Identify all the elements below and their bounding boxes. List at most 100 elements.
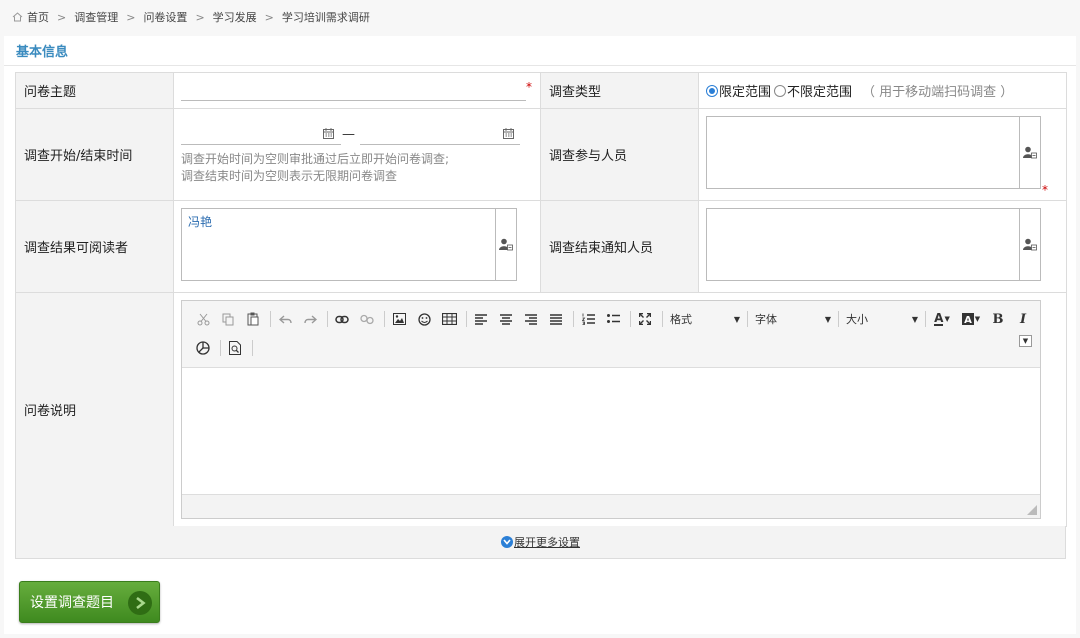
toolbar-collapse-icon[interactable]: ▼: [1019, 335, 1032, 347]
editor-content-area[interactable]: [182, 368, 1040, 494]
notify-cell: [698, 200, 1067, 293]
required-mark: *: [526, 80, 532, 94]
breadcrumb-home[interactable]: 首页: [27, 9, 49, 25]
redo-icon[interactable]: [299, 309, 321, 329]
participants-select-button[interactable]: [1019, 117, 1040, 188]
readers-picker[interactable]: 冯艳: [181, 208, 517, 281]
end-date-input[interactable]: [360, 125, 520, 145]
subject-cell: *: [173, 72, 541, 109]
font-color-icon[interactable]: A ▼: [929, 309, 955, 329]
section-title: 基本信息: [16, 45, 69, 60]
breadcrumb: 首页 > 调查管理 > 问卷设置 > 学习发展 > 学习培训需求调研: [0, 0, 1080, 34]
end-time-hint: 调查结束时间为空则表示无限期问卷调查: [181, 169, 398, 183]
unordered-list-icon[interactable]: [602, 309, 624, 329]
chevron-down-circle-icon: [501, 536, 513, 548]
description-label: 问卷说明: [15, 292, 174, 527]
align-center-icon[interactable]: [495, 309, 517, 329]
toolbar-divider: [327, 311, 328, 327]
ordered-list-icon[interactable]: [577, 309, 599, 329]
required-mark: *: [1042, 183, 1048, 197]
paste-icon[interactable]: [242, 309, 264, 329]
breadcrumb-survey-management[interactable]: 调查管理: [74, 9, 118, 25]
radio-limited-scope-label[interactable]: 限定范围: [719, 81, 771, 100]
chart-icon[interactable]: [192, 338, 214, 358]
toolbar-divider: [925, 311, 926, 327]
expand-more-settings[interactable]: 展开更多设置: [15, 526, 1066, 559]
breadcrumb-separator: >: [195, 10, 205, 24]
participants-label: 调查参与人员: [540, 108, 699, 201]
font-color-letter: A: [934, 311, 944, 326]
toolbar-divider: [1040, 311, 1041, 327]
participants-picker[interactable]: [706, 116, 1041, 189]
notify-select-button[interactable]: [1019, 209, 1040, 280]
emoji-icon[interactable]: [413, 309, 435, 329]
survey-type-hint: （ 用于移动端扫码调查 ）: [862, 85, 1014, 100]
unlink-icon[interactable]: [356, 309, 378, 329]
fullscreen-icon[interactable]: [634, 309, 656, 329]
link-icon[interactable]: [331, 309, 353, 329]
chevron-down-icon: ▼: [733, 314, 740, 324]
breadcrumb-separator: >: [264, 10, 274, 24]
toolbar-divider: [466, 311, 467, 327]
readers-select-button[interactable]: [495, 209, 516, 280]
breadcrumb-separator: >: [126, 10, 136, 24]
notify-picker[interactable]: [706, 208, 1041, 281]
date-range-dash: —: [342, 127, 355, 142]
toolbar-divider: [573, 311, 574, 327]
readers-cell: 冯艳: [173, 200, 541, 293]
toolbar-divider: [220, 340, 221, 356]
basic-info-panel: 基本信息 问卷主题 * 调查类型 限定范围 不限定范围 （ 用于移动端扫码调查 …: [4, 36, 1076, 634]
expand-more-settings-label[interactable]: 展开更多设置: [514, 534, 580, 550]
align-right-icon[interactable]: [520, 309, 542, 329]
table-icon[interactable]: [438, 309, 460, 329]
size-dropdown-label: 大小: [846, 313, 868, 326]
radio-unlimited-scope-label[interactable]: 不限定范围: [787, 81, 852, 100]
user-select-icon: [1023, 238, 1037, 251]
survey-type-cell: 限定范围 不限定范围 （ 用于移动端扫码调查 ）: [698, 72, 1067, 109]
toolbar-row-2: [192, 337, 256, 359]
breadcrumb-questionnaire-settings[interactable]: 问卷设置: [143, 9, 187, 25]
breadcrumb-learning-development[interactable]: 学习发展: [213, 9, 257, 25]
bold-icon[interactable]: B: [987, 309, 1009, 329]
undo-icon[interactable]: [274, 309, 296, 329]
rich-text-editor: 格式 ▼ 字体 ▼ 大小 ▼ A ▼ A ▼ B I ▼: [181, 300, 1041, 519]
editor-statusbar: [182, 494, 1040, 518]
italic-icon[interactable]: I: [1012, 309, 1034, 329]
editor-toolbar: 格式 ▼ 字体 ▼ 大小 ▼ A ▼ A ▼ B I ▼: [182, 301, 1041, 368]
resize-handle-icon[interactable]: [1027, 505, 1037, 515]
toolbar-divider: [252, 340, 253, 356]
font-dropdown-label: 字体: [755, 313, 777, 326]
preview-icon[interactable]: [224, 338, 246, 358]
readers-value[interactable]: 冯艳: [188, 213, 212, 230]
format-dropdown-label: 格式: [670, 313, 692, 326]
section-divider: [4, 65, 1076, 66]
cut-icon[interactable]: [192, 309, 214, 329]
background-color-icon[interactable]: A ▼: [958, 309, 984, 329]
copy-icon[interactable]: [217, 309, 239, 329]
chevron-down-icon: ▼: [911, 314, 918, 324]
toolbar-divider: [662, 311, 663, 327]
home-icon: [12, 12, 23, 22]
readers-label: 调查结果可阅读者: [15, 200, 174, 293]
user-select-icon: [499, 238, 513, 251]
user-select-icon: [1023, 146, 1037, 159]
format-dropdown[interactable]: 格式 ▼: [666, 309, 744, 329]
toolbar-divider: [270, 311, 271, 327]
start-calendar-icon[interactable]: [323, 128, 334, 139]
radio-limited-scope[interactable]: [706, 84, 718, 97]
align-left-icon[interactable]: [470, 309, 492, 329]
toolbar-divider: [838, 311, 839, 327]
breadcrumb-current: 学习培训需求调研: [281, 11, 370, 24]
size-dropdown[interactable]: 大小 ▼: [842, 309, 922, 329]
start-date-input[interactable]: [181, 125, 341, 145]
subject-label: 问卷主题: [15, 72, 174, 109]
notify-label: 调查结束通知人员: [540, 200, 699, 293]
radio-unlimited-scope[interactable]: [774, 84, 787, 97]
image-icon[interactable]: [388, 309, 410, 329]
align-justify-icon[interactable]: [545, 309, 567, 329]
end-calendar-icon[interactable]: [503, 128, 514, 139]
font-dropdown[interactable]: 字体 ▼: [751, 309, 835, 329]
participants-cell: *: [698, 108, 1067, 201]
set-survey-questions-button[interactable]: 设置调查题目: [19, 581, 160, 623]
subject-input[interactable]: [181, 81, 526, 101]
